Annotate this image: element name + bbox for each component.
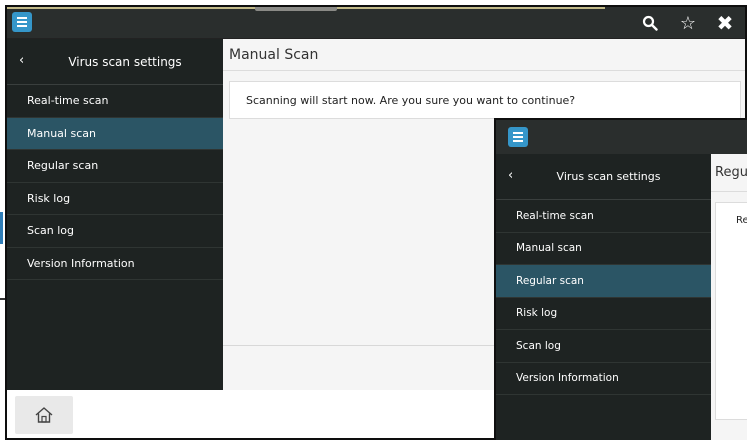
- sidebar-item-label: Version Information: [516, 372, 619, 385]
- settings-box: Re: [715, 202, 747, 420]
- sidebar: ‹ Virus scan settings Real-time scan Man…: [7, 39, 223, 390]
- top-bar: ☆ ✖: [7, 7, 745, 39]
- hamburger-menu-icon[interactable]: [12, 12, 32, 32]
- sidebar-item-scan-log[interactable]: Scan log: [496, 330, 711, 363]
- home-button[interactable]: [15, 396, 73, 434]
- sidebar-header: ‹ Virus scan settings: [7, 39, 223, 85]
- sidebar-title: Virus scan settings: [68, 54, 182, 69]
- close-icon[interactable]: ✖: [714, 11, 736, 35]
- sidebar-item-real-time-scan[interactable]: Real-time scan: [7, 85, 223, 118]
- sidebar-header: ‹ Virus scan settings: [496, 154, 711, 200]
- sidebar-item-label: Manual scan: [516, 242, 582, 255]
- sidebar-item-label: Risk log: [27, 191, 71, 205]
- home-icon: [35, 407, 53, 423]
- overlay-window: ‹ Virus scan settings Real-time scan Man…: [494, 118, 747, 440]
- star-icon[interactable]: ☆: [677, 12, 699, 34]
- sidebar-item-label: Real-time scan: [27, 94, 109, 108]
- sidebar-item-risk-log[interactable]: Risk log: [7, 183, 223, 215]
- window-grip[interactable]: [255, 7, 337, 11]
- sidebar: ‹ Virus scan settings Real-time scan Man…: [496, 154, 711, 440]
- top-bar: [496, 120, 747, 154]
- sidebar-item-label: Real-time scan: [516, 209, 594, 222]
- page-title: Manual Scan: [223, 39, 745, 71]
- sidebar-item-label: Risk log: [516, 307, 558, 320]
- sidebar-item-regular-scan[interactable]: Regular scan: [496, 265, 711, 298]
- confirmation-message-box: Scanning will start now. Are you sure yo…: [229, 81, 741, 119]
- page-title: Regu: [711, 154, 747, 192]
- sidebar-item-label: Regular scan: [516, 274, 584, 287]
- sidebar-item-label: Version Information: [27, 256, 135, 270]
- chevron-left-icon[interactable]: ‹: [508, 168, 513, 183]
- chevron-left-icon[interactable]: ‹: [19, 53, 24, 68]
- sidebar-item-scan-log[interactable]: Scan log: [7, 215, 223, 248]
- sidebar-item-label: Scan log: [27, 224, 75, 238]
- sidebar-item-label: Scan log: [516, 339, 561, 352]
- content-panel: Regu Re: [711, 154, 747, 440]
- sidebar-item-label: Manual scan: [27, 126, 96, 140]
- search-icon[interactable]: [639, 12, 661, 34]
- sidebar-item-label: Regular scan: [27, 159, 99, 173]
- sidebar-item-manual-scan[interactable]: Manual scan: [7, 117, 223, 150]
- sidebar-item-version-information[interactable]: Version Information: [496, 363, 711, 395]
- edge-artifact: [0, 212, 3, 244]
- confirmation-message: Scanning will start now. Are you sure yo…: [246, 93, 576, 107]
- sidebar-item-manual-scan[interactable]: Manual scan: [496, 233, 711, 265]
- sidebar-item-regular-scan[interactable]: Regular scan: [7, 150, 223, 183]
- settings-label: Re: [736, 215, 747, 226]
- sidebar-title: Virus scan settings: [556, 170, 661, 183]
- hamburger-menu-icon[interactable]: [508, 127, 528, 147]
- sidebar-item-version-information[interactable]: Version Information: [7, 248, 223, 280]
- sidebar-item-real-time-scan[interactable]: Real-time scan: [496, 200, 711, 233]
- sidebar-item-risk-log[interactable]: Risk log: [496, 298, 711, 330]
